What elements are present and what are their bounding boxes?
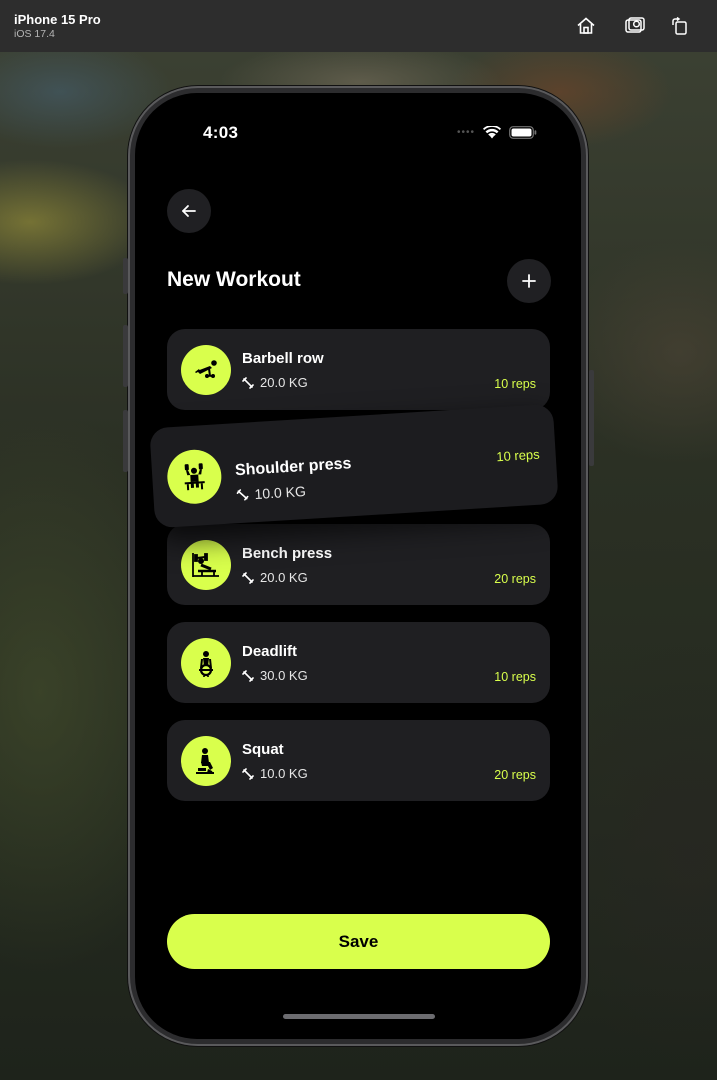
simulator-toolbar: iPhone 15 Pro iOS 17.4 — [0, 0, 717, 52]
exercise-weight: 10.0 KG — [236, 483, 306, 503]
exercise-weight-value: 10.0 KG — [254, 483, 307, 503]
page-title: New Workout — [167, 268, 301, 291]
exercise-weight: 10.0 KG — [242, 766, 308, 781]
device-name: iPhone 15 Pro — [14, 12, 101, 27]
dumbbell-diagonal-icon — [242, 376, 254, 389]
arrow-left-icon — [182, 205, 196, 217]
exercise-name: Squat — [242, 741, 284, 758]
os-version: iOS 17.4 — [14, 28, 55, 40]
back-button[interactable] — [167, 189, 211, 233]
shoulder-press-icon — [184, 463, 205, 491]
side-button — [589, 370, 594, 466]
exercise-name: Bench press — [242, 545, 333, 562]
exercise-weight-value: 20.0 KG — [260, 375, 308, 390]
home-button[interactable] — [573, 13, 599, 39]
battery-icon — [509, 126, 537, 139]
exercise-weight: 20.0 KG — [242, 375, 308, 390]
home-indicator[interactable] — [283, 1014, 435, 1019]
home-icon — [577, 17, 595, 34]
rotate-icon — [672, 16, 687, 35]
exercise-reps: 10 reps — [494, 670, 536, 684]
status-time: 4:03 — [203, 123, 239, 142]
add-exercise-button[interactable] — [507, 259, 551, 303]
plus-icon — [522, 274, 536, 288]
exercise-reps: 20 reps — [494, 572, 536, 586]
screenshot-button[interactable] — [622, 13, 648, 39]
exercise-avatar — [181, 736, 231, 786]
squat-icon — [196, 748, 214, 774]
screenshot-icon — [625, 17, 645, 33]
exercise-weight-value: 30.0 KG — [260, 668, 308, 683]
signal-dots-icon: •••• — [456, 127, 475, 138]
exercise-card-deadlift[interactable]: Deadlift 30.0 KG 10 reps — [167, 622, 550, 703]
exercise-weight: 20.0 KG — [242, 570, 308, 585]
dumbbell-diagonal-icon — [242, 571, 254, 584]
status-icons: •••• — [457, 126, 537, 139]
exercise-avatar — [181, 540, 231, 590]
save-button[interactable]: Save — [167, 914, 550, 969]
barbell-row-icon — [195, 360, 217, 378]
exercise-card-barbell-row[interactable]: Barbell row 20.0 KG 10 reps — [167, 329, 550, 410]
exercise-card-bench-press[interactable]: Bench press 20.0 KG 20 reps — [167, 524, 550, 605]
bench-press-icon — [192, 553, 219, 577]
volume-down-button — [123, 410, 128, 472]
exercise-avatar — [181, 345, 231, 395]
exercise-weight-value: 20.0 KG — [260, 570, 308, 585]
dumbbell-diagonal-icon — [236, 489, 249, 501]
exercise-weight-value: 10.0 KG — [260, 766, 308, 781]
wifi-icon — [483, 126, 501, 139]
exercise-name: Barbell row — [242, 350, 324, 367]
volume-up-button — [123, 325, 128, 387]
exercise-name: Deadlift — [242, 643, 298, 660]
dumbbell-diagonal-icon — [242, 767, 254, 780]
exercise-reps: 20 reps — [494, 768, 536, 782]
deadlift-icon — [199, 651, 213, 677]
exercise-name: Shoulder press — [234, 455, 352, 480]
rotate-button[interactable] — [667, 13, 693, 39]
exercise-avatar — [181, 638, 231, 688]
exercise-card-squat[interactable]: Squat 10.0 KG 20 reps — [167, 720, 550, 801]
exercise-reps: 10 reps — [495, 446, 541, 465]
exercise-card-shoulder-press[interactable]: Shoulder press 10.0 KG 10 reps — [149, 403, 559, 529]
exercise-weight: 30.0 KG — [242, 668, 308, 683]
phone-screen: 4:03 •••• New Workout Barbell row 20.0 K… — [135, 93, 581, 1039]
dumbbell-diagonal-icon — [242, 669, 254, 682]
action-button — [123, 258, 128, 294]
exercise-reps: 10 reps — [494, 377, 536, 391]
exercise-avatar — [165, 448, 223, 506]
